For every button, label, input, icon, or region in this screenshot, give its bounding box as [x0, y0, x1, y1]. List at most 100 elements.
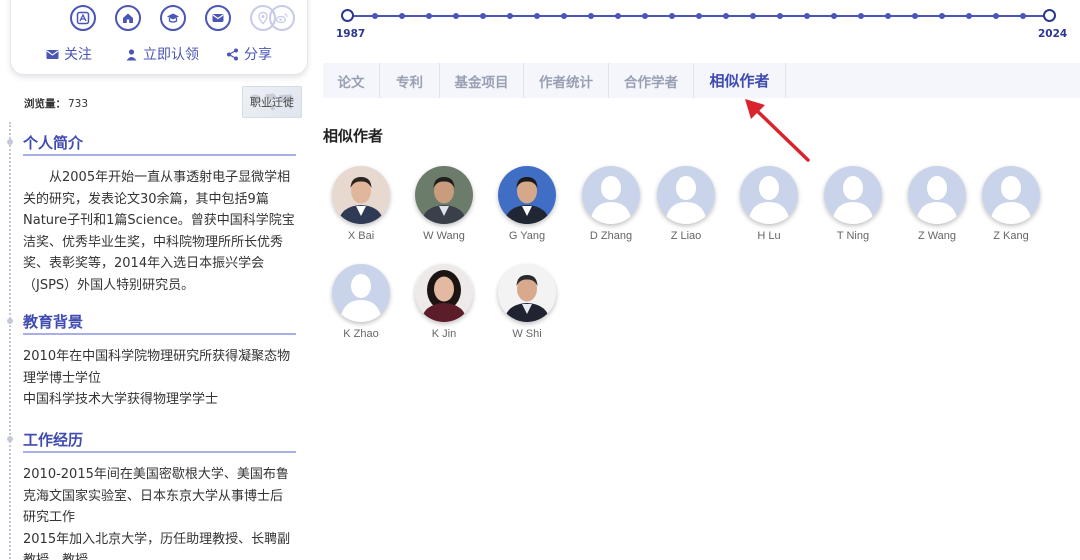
career-migration-button[interactable]: 职业迁徙 [242, 86, 302, 118]
timeline-tick [453, 13, 459, 19]
default-avatar-icon [824, 166, 882, 224]
timeline-tick [777, 13, 783, 19]
education-heading: 教育背景 [23, 309, 296, 335]
author-avatar[interactable] [332, 166, 390, 224]
location-icon-glyph [258, 11, 268, 25]
author-avatar[interactable] [498, 264, 556, 322]
timeline-tick [966, 13, 972, 19]
timeline-tick [939, 13, 945, 19]
profile-action-row: 关注 立即认领 分享 [11, 44, 307, 64]
follow-button[interactable]: 关注 [46, 44, 92, 64]
author-name[interactable]: G Yang [487, 230, 567, 242]
tab-bar: 论文 专利 基金项目 作者统计 合作学者 相似作者 [323, 63, 1080, 98]
author-name[interactable]: D Zhang [571, 230, 651, 242]
education-line: 中国科学技术大学获得物理学学士 [23, 392, 219, 407]
author-avatar[interactable] [498, 166, 556, 224]
timeline-tick [858, 13, 864, 19]
share-label: 分享 [244, 47, 272, 63]
profile-sidebar: 关注 立即认领 分享 浏览量： 733 职业迁徙 个人简介 从2005年开始一直从… [0, 0, 310, 560]
intro-heading: 个人简介 [23, 130, 296, 156]
section-bullet [7, 139, 13, 145]
tab-similar-authors[interactable]: 相似作者 [694, 63, 786, 98]
work-line: 2010-2015年间在美国密歇根大学、美国布鲁克海文国家实验室、日本东京大学从… [23, 467, 289, 525]
author-avatar[interactable] [582, 166, 640, 224]
work-line: 2015年加入北京大学，历任助理教授、长聘副教授、教授 [23, 531, 291, 560]
similar-author-card[interactable]: Z Kang [971, 166, 1051, 242]
email-icon[interactable] [205, 5, 231, 31]
tab-funding[interactable]: 基金项目 [440, 63, 524, 98]
author-avatar[interactable] [824, 166, 882, 224]
claim-button[interactable]: 立即认领 [125, 44, 199, 64]
claim-label: 立即认领 [143, 47, 199, 63]
author-avatar[interactable] [982, 166, 1040, 224]
default-avatar-icon [982, 166, 1040, 224]
author-avatar[interactable] [332, 264, 390, 322]
author-name[interactable]: H Lu [729, 230, 809, 242]
author-name[interactable]: T Ning [813, 230, 893, 242]
mail-icon [46, 49, 59, 59]
author-name[interactable]: Z Wang [897, 230, 977, 242]
timeline-tick [993, 13, 999, 19]
view-count: 浏览量： 733 [24, 96, 88, 111]
weibo-icon [269, 5, 295, 31]
similar-author-card[interactable]: T Ning [813, 166, 893, 242]
intro-text: 从2005年开始一直从事透射电子显微学相关的研究，发表论文30余篇，其中包括9篇… [23, 167, 295, 296]
profile-icon[interactable] [70, 5, 96, 31]
default-avatar-icon [908, 166, 966, 224]
similar-author-card[interactable]: K Zhao [321, 264, 401, 340]
timeline-end-handle[interactable] [1043, 9, 1056, 22]
similar-author-card[interactable]: Z Wang [897, 166, 977, 242]
timeline-tick [912, 13, 918, 19]
timeline-tick [696, 13, 702, 19]
author-name[interactable]: Z Liao [646, 230, 726, 242]
similar-author-card[interactable]: W Wang [404, 166, 484, 242]
similar-author-card[interactable]: D Zhang [571, 166, 651, 242]
author-name[interactable]: Z Kang [971, 230, 1051, 242]
timeline-tick [669, 13, 675, 19]
weibo-icon-glyph [275, 13, 288, 24]
default-avatar-icon [582, 166, 640, 224]
contact-icon-row [11, 5, 307, 31]
follow-label: 关注 [64, 47, 92, 63]
similar-author-card[interactable]: H Lu [729, 166, 809, 242]
share-button[interactable]: 分享 [226, 44, 272, 64]
timeline-tick [534, 13, 540, 19]
timeline-start-handle[interactable] [341, 9, 354, 22]
year-timeline: 1987 2024 [336, 8, 1067, 40]
intro-paragraph: 从2005年开始一直从事透射电子显微学相关的研究，发表论文30余篇，其中包括9篇… [23, 170, 295, 293]
education-icon[interactable] [160, 5, 186, 31]
timeline-tick [426, 13, 432, 19]
timeline-tick [507, 13, 513, 19]
tab-collaborators[interactable]: 合作学者 [609, 63, 694, 98]
similar-author-card[interactable]: X Bai [321, 166, 401, 242]
author-name[interactable]: K Jin [404, 328, 484, 340]
similar-author-card[interactable]: G Yang [487, 166, 567, 242]
home-icon[interactable] [115, 5, 141, 31]
education-text: 2010年在中国科学院物理研究所获得凝聚态物理学博士学位 中国科学技术大学获得物… [23, 346, 295, 411]
tab-patents[interactable]: 专利 [380, 63, 440, 98]
similar-author-card[interactable]: Z Liao [646, 166, 726, 242]
timeline-start-year: 1987 [336, 28, 366, 40]
author-name[interactable]: X Bai [321, 230, 401, 242]
similar-author-card[interactable]: K Jin [404, 264, 484, 340]
section-bullet [7, 436, 13, 442]
similar-authors-heading: 相似作者 [323, 127, 384, 145]
default-avatar-icon [657, 166, 715, 224]
author-name[interactable]: W Wang [404, 230, 484, 242]
default-avatar-icon [332, 264, 390, 322]
similar-author-card[interactable]: W Shi [487, 264, 567, 340]
timeline-tick [615, 13, 621, 19]
tab-papers[interactable]: 论文 [323, 63, 380, 98]
author-name[interactable]: K Zhao [321, 328, 401, 340]
timeline-tick [750, 13, 756, 19]
author-avatar[interactable] [908, 166, 966, 224]
author-avatar[interactable] [415, 264, 473, 322]
author-avatar[interactable] [657, 166, 715, 224]
author-name[interactable]: W Shi [487, 328, 567, 340]
tab-author-stats[interactable]: 作者统计 [524, 63, 609, 98]
timeline-tick [480, 13, 486, 19]
timeline-tick [1020, 13, 1026, 19]
author-avatar[interactable] [740, 166, 798, 224]
author-avatar[interactable] [415, 166, 473, 224]
email-icon-glyph [212, 14, 224, 22]
